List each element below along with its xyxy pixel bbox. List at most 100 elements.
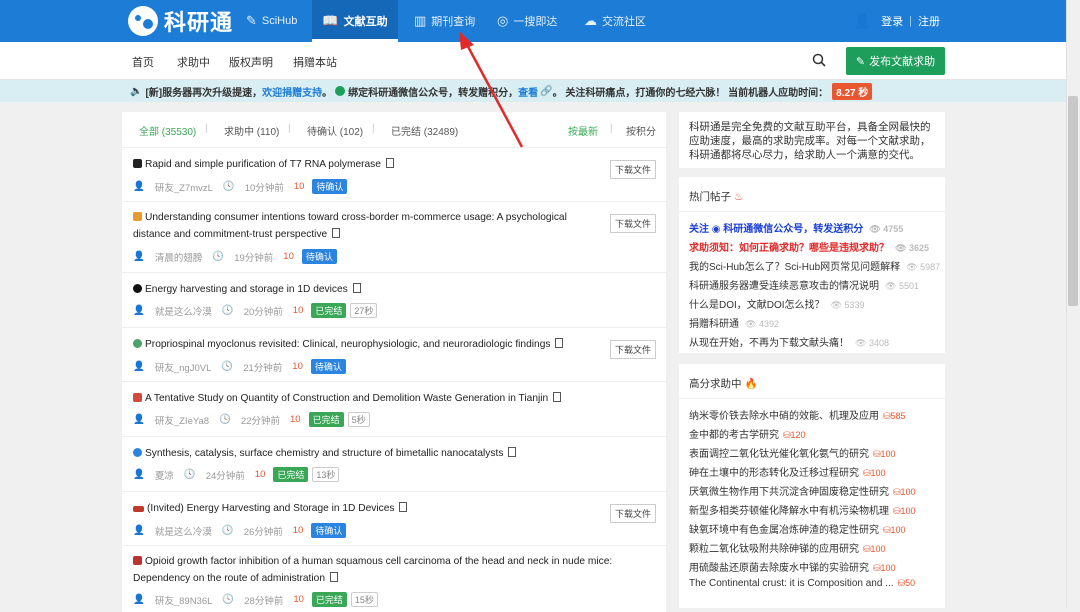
download-button[interactable]: 下载文件 (609, 340, 656, 359)
request-points: ⛁100 (863, 544, 886, 554)
journal-logo-icon (133, 212, 142, 221)
document-icon (332, 228, 341, 238)
hot-post-item[interactable]: 从现在开始，不再为下载文献头痛！ 👁 3408 (689, 334, 889, 349)
subnav-pending[interactable]: 求助中 (177, 54, 210, 70)
donate-link[interactable]: 欢迎捐赠支持 (262, 84, 322, 99)
views-count: 👁 4392 (745, 319, 779, 329)
post-title[interactable]: A Tentative Study on Quantity of Constru… (133, 390, 593, 407)
download-button[interactable]: 下载文件 (609, 504, 656, 523)
nav-literature-help[interactable]: 📖 文献互助 (312, 0, 398, 42)
post-meta: 👤 就是这么冷漠 🕓 20分钟前 10 已完结 27秒 (133, 303, 381, 318)
request-item[interactable]: 金中都的考古学研究 ⛁120 (689, 426, 806, 441)
login-link[interactable]: 登录 (881, 13, 903, 29)
post-title[interactable]: Rapid and simple purification of T7 RNA … (133, 156, 593, 173)
tab-separator: | (288, 123, 291, 134)
list-item[interactable]: Propriospinal myoclonus revisited: Clini… (122, 328, 666, 382)
post-user: 清晨的翅膀 (154, 252, 203, 264)
list-item[interactable]: Opioid growth factor inhibition of a hum… (122, 546, 666, 612)
status-badge: 待确认 (301, 249, 337, 264)
request-points: ⛁120 (783, 430, 806, 440)
elapsed-badge: 13秒 (312, 467, 340, 482)
clock-icon: 🕓 (183, 469, 196, 480)
hot-post-item[interactable]: 什么是DOI，文献DOI怎么找？ 👁 5339 (689, 296, 865, 311)
post-title[interactable]: Synthesis, catalysis, surface chemistry … (133, 445, 593, 462)
tab-confirming[interactable]: 待确认 (102) (307, 123, 363, 138)
clock-icon: 🕓 (221, 361, 234, 372)
user-icon: 👤 (133, 594, 145, 605)
user-area: 👤 登录 | 注册 (854, 0, 940, 42)
status-badge: 已完结 (273, 467, 309, 482)
request-item[interactable]: 纳米零价铁去除水中硝的效能、机理及应用 ⛁585 (689, 407, 906, 422)
hot-post-item[interactable]: 求助须知：如何正确求助？哪些是违规求助？ 👁 3625 (689, 239, 929, 254)
hot-post-item[interactable]: 捐赠科研通 👁 4392 (689, 315, 779, 330)
post-time: 28分钟前 (244, 595, 284, 607)
post-title[interactable]: Opioid growth factor inhibition of a hum… (133, 553, 658, 587)
download-button[interactable]: 下载文件 (609, 214, 656, 233)
request-points: ⛁100 (873, 449, 896, 459)
search-icon[interactable] (812, 53, 826, 67)
nav-quick-search[interactable]: ◎ 一搜即达 (497, 0, 567, 42)
list-item[interactable]: Synthesis, catalysis, surface chemistry … (122, 437, 666, 492)
sort-points[interactable]: 按积分 (626, 123, 656, 138)
post-meta: 👤 就是这么冷漠 🕓 26分钟前 10 待确认 (133, 523, 350, 538)
journal-logo-icon (133, 448, 142, 457)
post-title[interactable]: Propriospinal myoclonus revisited: Clini… (133, 336, 593, 353)
request-item[interactable]: 颗粒二氧化钛吸附共除砷锑的应用研究 ⛁100 (689, 540, 886, 555)
list-item[interactable]: A Tentative Study on Quantity of Constru… (122, 382, 666, 437)
post-user: 研友_Z7mvzL (154, 182, 213, 194)
nav-journal-query[interactable]: ▥ 期刊查询 (414, 0, 484, 42)
download-button[interactable]: 下载文件 (609, 160, 656, 179)
request-item[interactable]: The Continental crust: it is Composition… (689, 578, 915, 589)
request-item[interactable]: 表面调控二氧化钛光催化氧化氨气的研究 ⛁100 (689, 445, 896, 460)
sort-newest[interactable]: 按最新 (568, 123, 598, 138)
tab-pending[interactable]: 求助中 (110) (224, 123, 279, 138)
post-meta: 👤 夏凉 🕓 24分钟前 10 已完结 13秒 (133, 467, 343, 482)
subnav-home[interactable]: 首页 (132, 54, 154, 70)
subnav-copyright[interactable]: 版权声明 (229, 54, 273, 70)
request-item[interactable]: 用硫酸盐还原菌去除废水中锑的实验研究 ⛁100 (689, 559, 896, 574)
user-icon: 👤 (133, 361, 145, 372)
post-user: 研友_89N36L (154, 595, 213, 607)
list-item[interactable]: Understanding consumer intentions toward… (122, 202, 666, 273)
document-icon (352, 283, 361, 293)
post-title[interactable]: (Invited) Energy Harvesting and Storage … (133, 500, 593, 517)
document-icon (553, 392, 562, 402)
nav-scihub[interactable]: ✎ SciHub (246, 0, 308, 42)
views-count: 👁 5339 (830, 300, 865, 310)
nav-community[interactable]: ☁ 交流社区 (584, 0, 654, 42)
scrollbar-thumb[interactable] (1068, 96, 1078, 306)
hot-post-item[interactable]: 科研通服务器遭受连续恶意攻击的情况说明 👁 5501 (689, 277, 919, 292)
journal-logo-icon (133, 506, 144, 512)
request-points: ⛁100 (893, 487, 916, 497)
site-logo[interactable]: 科研通 (128, 6, 233, 36)
list-item[interactable]: Rapid and simple purification of T7 RNA … (122, 148, 666, 202)
views-count: 👁 5501 (885, 281, 919, 291)
tab-all[interactable]: 全部 (35530) (139, 123, 196, 138)
post-title[interactable]: Energy harvesting and storage in 1D devi… (133, 281, 593, 298)
points: 10 (292, 305, 304, 316)
post-time: 24分钟前 (205, 470, 245, 482)
request-item[interactable]: 厌氧微生物作用下共沉淀含砷固废稳定性研究 ⛁100 (689, 483, 916, 498)
journal-logo-icon (133, 556, 142, 565)
list-item[interactable]: Energy harvesting and storage in 1D devi… (122, 273, 666, 328)
subnav-donate[interactable]: 捐赠本站 (293, 54, 337, 70)
register-link[interactable]: 注册 (918, 13, 940, 29)
post-meta: 👤 清晨的翅膀 🕓 19分钟前 10 待确认 (133, 249, 341, 264)
points: 10 (283, 251, 294, 262)
user-icon: 👤 (853, 12, 872, 29)
tab-done[interactable]: 已完结 (32489) (391, 123, 458, 138)
publish-request-button[interactable]: ✎ 发布文献求助 (846, 47, 945, 75)
robot-timer-badge: 8.27 秒 (832, 82, 873, 100)
notice-text-2: 。 (322, 87, 333, 99)
request-item[interactable]: 缺氧环境中有色金属冶炼砷渣的稳定性研究 ⛁100 (689, 521, 906, 536)
request-item[interactable]: 砷在土壤中的形态转化及迁移过程研究 ⛁100 (689, 464, 886, 479)
view-link[interactable]: 查看 (518, 84, 538, 99)
hot-post-item[interactable]: 关注 ◉ 科研通微信公众号，转发送积分 👁 4755 (689, 220, 903, 235)
hot-post-item[interactable]: 我的Sci-Hub怎么了？Sci-Hub网页常见问题解释 👁 5987 (689, 258, 940, 273)
list-item[interactable]: (Invited) Energy Harvesting and Storage … (122, 492, 666, 546)
user-icon: 👤 (133, 181, 145, 192)
request-item[interactable]: 新型多相类芬顿催化降解水中有机污染物机理 ⛁100 (689, 502, 916, 517)
post-title[interactable]: Understanding consumer intentions toward… (133, 209, 603, 243)
hot-icon: ♨ (734, 191, 744, 203)
post-time: 10分钟前 (244, 182, 284, 194)
